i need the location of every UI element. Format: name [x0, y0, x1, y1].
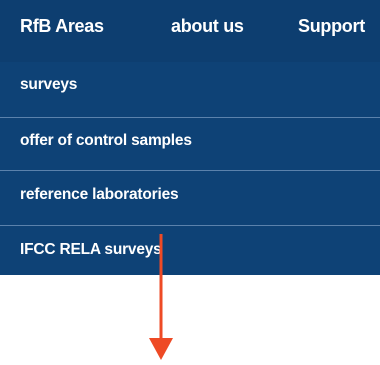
down-arrow-annotation-icon	[149, 234, 173, 360]
screenshot-stage: RfB Areas about us Support surveys offer…	[0, 0, 380, 365]
arrow-head	[149, 338, 173, 360]
